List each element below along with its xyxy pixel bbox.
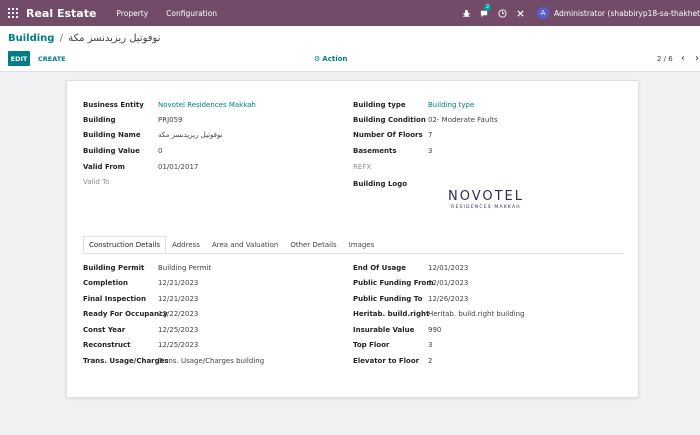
- building-logo-label: Building Logo: [353, 180, 408, 188]
- public-funding-from-value: 12/01/2023: [428, 279, 469, 287]
- valid-to-label: Valid To: [83, 178, 110, 186]
- notebook-tabs: Construction Details Address Area and Va…: [83, 236, 380, 254]
- breadcrumb-separator: /: [59, 33, 64, 44]
- logo-main-text: NOVOTEL: [447, 189, 525, 204]
- building-permit-value: Building Permit: [158, 264, 212, 272]
- edit-button[interactable]: EDIT: [8, 51, 30, 66]
- tab-area-and-valuation[interactable]: Area and Valuation: [206, 236, 284, 254]
- control-panel: Building / نوفوتيل ريزيدنسز مكة EDIT CRE…: [0, 26, 700, 72]
- breadcrumb-current: نوفوتيل ريزيدنسز مكة: [68, 33, 161, 44]
- completion-value: 12/21/2023: [158, 279, 199, 287]
- clock-icon[interactable]: [497, 8, 507, 18]
- tools-icon[interactable]: [515, 8, 525, 18]
- building-condition-value: 02- Moderate Faults: [428, 116, 498, 124]
- number-of-floors-label: Number Of Floors: [353, 131, 423, 139]
- avatar[interactable]: A: [537, 7, 550, 19]
- public-funding-to-label: Public Funding To: [353, 295, 423, 303]
- building-name-label: Building Name: [83, 131, 141, 139]
- breadcrumb-parent[interactable]: Building: [8, 33, 54, 44]
- gear-icon: ⚙: [314, 54, 321, 63]
- public-funding-from-label: Public Funding From: [353, 279, 434, 287]
- basements-value: 3: [428, 147, 433, 155]
- menu-property[interactable]: Property: [116, 9, 148, 18]
- tab-other-details[interactable]: Other Details: [284, 236, 342, 254]
- pager-value[interactable]: 2 / 6: [657, 51, 673, 66]
- refx-label: REFX: [353, 163, 372, 171]
- completion-label: Completion: [83, 279, 128, 287]
- action-label: Action: [322, 54, 348, 63]
- trans-usage-charges-value: Trans. Usage/Charges building: [158, 357, 265, 365]
- final-inspection-label: Final Inspection: [83, 295, 146, 303]
- building-logo-image: NOVOTEL RESIDENCES MAKKAH: [441, 189, 531, 210]
- insurable-value-value: 990: [428, 326, 442, 334]
- reconstruct-label: Reconstruct: [83, 341, 131, 349]
- final-inspection-value: 12/21/2023: [158, 295, 199, 303]
- building-value-label: Building Value: [83, 147, 140, 155]
- trans-usage-charges-label: Trans. Usage/Charges: [83, 357, 169, 365]
- end-of-usage-value: 12/01/2023: [428, 264, 469, 272]
- reconstruct-value: 12/25/2023: [158, 341, 199, 349]
- const-year-value: 12/25/2023: [158, 326, 199, 334]
- logo-sub-text: RESIDENCES MAKKAH: [451, 205, 521, 210]
- tab-images[interactable]: Images: [343, 236, 381, 254]
- menu-configuration[interactable]: Configuration: [166, 9, 217, 18]
- building-name-value: نوفوتيل ريزيدنسز مكة: [158, 131, 223, 139]
- heritab-build-right-value: Heritab. build.right building: [428, 310, 525, 318]
- building-condition-label: Building Condition: [353, 116, 426, 124]
- top-navbar: Real Estate Property Configuration 2 A A…: [0, 0, 700, 26]
- elevator-to-floor-label: Elevator to Floor: [353, 357, 420, 365]
- basements-label: Basements: [353, 147, 397, 155]
- top-floor-value: 3: [428, 341, 433, 349]
- building-type-label: Building type: [353, 101, 406, 109]
- top-floor-label: Top Floor: [353, 341, 390, 349]
- building-label: Building: [83, 116, 116, 124]
- user-menu[interactable]: Administrator (shabbiryp18-sa-thakhet: [554, 9, 700, 18]
- notification-badge: 2: [484, 4, 492, 11]
- public-funding-to-value: 12/26/2023: [428, 295, 469, 303]
- bug-icon[interactable]: [461, 8, 471, 18]
- building-permit-label: Building Permit: [83, 264, 145, 272]
- create-button[interactable]: CREATE: [38, 51, 66, 66]
- valid-from-value: 01/01/2017: [158, 163, 199, 171]
- chat-icon[interactable]: 2: [479, 4, 492, 18]
- apps-menu-icon[interactable]: [8, 8, 18, 18]
- chevron-right-icon[interactable]: ›: [695, 51, 699, 66]
- app-brand[interactable]: Real Estate: [26, 7, 96, 20]
- form-sheet: Business Entity Novotel Residences Makka…: [66, 80, 639, 398]
- tab-divider: [83, 253, 624, 254]
- building-value: PRJ059: [158, 116, 183, 124]
- elevator-to-floor-value: 2: [428, 357, 433, 365]
- ready-for-occupancy-value: 12/22/2023: [158, 310, 199, 318]
- breadcrumb: Building / نوفوتيل ريزيدنسز مكة: [8, 33, 160, 44]
- building-value-value: 0: [158, 147, 163, 155]
- insurable-value-label: Insurable Value: [353, 326, 415, 334]
- chevron-left-icon[interactable]: ‹: [681, 51, 685, 66]
- heritab-build-right-label: Heritab. build.right: [353, 310, 430, 318]
- ready-for-occupancy-label: Ready For Occupancy: [83, 310, 168, 318]
- business-entity-label: Business Entity: [83, 101, 144, 109]
- end-of-usage-label: End Of Usage: [353, 264, 406, 272]
- action-dropdown[interactable]: ⚙ Action: [314, 51, 347, 66]
- tab-construction-details[interactable]: Construction Details: [83, 236, 167, 254]
- const-year-label: Const Year: [83, 326, 126, 334]
- number-of-floors-value: 7: [428, 131, 433, 139]
- tab-address[interactable]: Address: [166, 236, 206, 254]
- building-type-value[interactable]: Building type: [428, 101, 474, 109]
- valid-from-label: Valid From: [83, 163, 125, 171]
- business-entity-value[interactable]: Novotel Residences Makkah: [158, 101, 256, 109]
